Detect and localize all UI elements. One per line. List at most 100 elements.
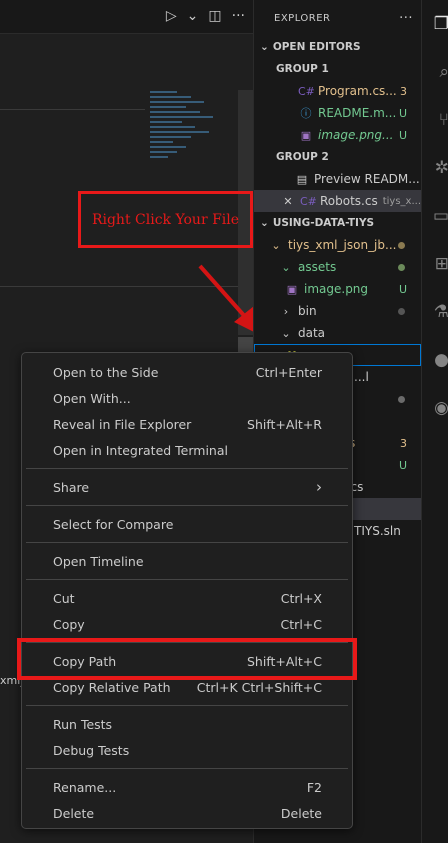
- debug-icon[interactable]: ✲: [422, 144, 448, 192]
- open-editors-section[interactable]: ⌄ OPEN EDITORS: [254, 36, 421, 58]
- info-icon: ⓘ: [300, 107, 312, 120]
- menu-shortcut: Ctrl+K Ctrl+Shift+C: [196, 679, 322, 695]
- annotation-text: Right Click Your File: [91, 211, 240, 228]
- csharp-icon: C#: [298, 84, 315, 98]
- tree-file-image[interactable]: ▣ image.png U: [254, 278, 421, 300]
- explorer-icon[interactable]: ❐: [422, 0, 448, 48]
- chevron-down-icon[interactable]: ⌄: [187, 8, 199, 24]
- menu-item-delete[interactable]: Delete Delete: [26, 800, 348, 826]
- modified-dot: [398, 395, 405, 403]
- open-editor-program[interactable]: C# Program.cs... 3: [254, 80, 421, 102]
- close-icon[interactable]: ✕: [280, 195, 296, 208]
- menu-item-reveal-in-explorer[interactable]: Reveal in File Explorer Shift+Alt+R: [26, 411, 348, 437]
- chevron-down-icon: ⌄: [281, 326, 291, 340]
- chevron-down-icon: ⌄: [281, 260, 291, 274]
- menu-shortcut: Ctrl+X: [280, 590, 322, 606]
- explorer-title: EXPLORER: [274, 12, 331, 24]
- csharp-icon: C#: [300, 194, 317, 208]
- folder-name: assets: [298, 260, 337, 274]
- file-name: Program.cs...: [318, 84, 397, 98]
- minimap[interactable]: [150, 91, 240, 201]
- run-icon[interactable]: ▷: [166, 8, 177, 24]
- group-2-label[interactable]: GROUP 2: [254, 146, 421, 168]
- explorer-header: EXPLORER ···: [254, 0, 421, 36]
- extensions-icon[interactable]: ⊞: [422, 240, 448, 288]
- workspace-section[interactable]: ⌄ USING-DATA-TIYS: [254, 212, 421, 234]
- editor-actions: ▷ ⌄ ◫ ···: [166, 8, 245, 24]
- search-icon[interactable]: ⌕: [422, 48, 448, 96]
- open-editors-label: OPEN EDITORS: [272, 41, 361, 53]
- menu-label: Delete: [53, 805, 95, 821]
- annotation-box: Right Click Your File: [78, 191, 253, 248]
- menu-label: Cut: [53, 590, 75, 606]
- file-path: tiys_x...: [382, 195, 421, 207]
- menu-shortcut: Ctrl+Enter: [255, 364, 322, 380]
- testing-icon[interactable]: ⚗: [422, 288, 448, 336]
- open-editor-preview[interactable]: ▤ Preview READM...: [254, 168, 421, 190]
- group-label: GROUP 2: [276, 151, 329, 163]
- menu-item-copy[interactable]: Copy Ctrl+C: [26, 611, 348, 637]
- folder-name: data: [298, 326, 326, 340]
- menu-label: Reveal in File Explorer: [53, 416, 192, 432]
- open-editor-readme[interactable]: ⓘ README.m... U: [254, 102, 421, 124]
- status-badge: U: [398, 282, 407, 296]
- menu-item-open-with[interactable]: Open With...: [26, 385, 348, 411]
- menu-label: Copy Relative Path: [53, 679, 171, 695]
- editor-title-bar: ▷ ⌄ ◫ ···: [0, 0, 253, 34]
- folder-name: tiys_xml_json_jb...: [288, 238, 397, 252]
- split-editor-icon[interactable]: ◫: [208, 8, 221, 24]
- modified-dot: [398, 263, 405, 271]
- open-editor-robots[interactable]: ✕ C# Robots.cs tiys_x...: [254, 190, 421, 212]
- status-badge: U: [398, 106, 407, 120]
- source-control-icon[interactable]: ⑂: [422, 96, 448, 144]
- menu-separator: [26, 768, 348, 769]
- chevron-right-icon: ›: [283, 304, 289, 318]
- menu-shortcut: F2: [306, 779, 322, 795]
- menu-item-open-in-terminal[interactable]: Open in Integrated Terminal: [26, 437, 348, 463]
- remote-explorer-icon[interactable]: ▭: [422, 192, 448, 240]
- group-1-label[interactable]: GROUP 1: [254, 58, 421, 80]
- menu-item-rename[interactable]: Rename... F2: [26, 774, 348, 800]
- file-name: image.png...: [318, 128, 394, 142]
- menu-label: Debug Tests: [53, 742, 130, 758]
- status-badge: 3: [400, 84, 407, 98]
- menu-shortcut: Shift+Alt+R: [247, 416, 322, 432]
- more-actions-icon[interactable]: ···: [232, 8, 245, 24]
- menu-item-cut[interactable]: Cut Ctrl+X: [26, 585, 348, 611]
- file-name: Preview READM...: [314, 172, 420, 186]
- workspace-label: USING-DATA-TIYS: [272, 217, 375, 229]
- file-name: image.png: [304, 282, 369, 296]
- menu-label: Open With...: [53, 390, 131, 406]
- open-editor-image[interactable]: ▣ image.png... U: [254, 124, 421, 146]
- tree-folder-project[interactable]: ⌄ tiys_xml_json_jb...: [254, 234, 421, 256]
- tree-folder-bin[interactable]: › bin: [254, 300, 421, 322]
- menu-label: Open Timeline: [53, 553, 144, 569]
- chat-icon[interactable]: ●: [422, 336, 448, 384]
- file-name: ...l: [354, 370, 369, 384]
- activity-bar: ❐ ⌕ ⑂ ✲ ▭ ⊞ ⚗ ● ◉: [421, 0, 448, 843]
- menu-item-open-to-side[interactable]: Open to the Side Ctrl+Enter: [26, 359, 348, 385]
- image-file-icon: ▣: [300, 128, 312, 142]
- menu-item-select-for-compare[interactable]: Select for Compare: [26, 511, 348, 537]
- broadcast-icon[interactable]: ◉: [422, 384, 448, 432]
- menu-label: Copy: [53, 616, 85, 632]
- menu-separator: [26, 542, 348, 543]
- context-menu: Open to the Side Ctrl+Enter Open With... …: [21, 352, 353, 829]
- tree-folder-data[interactable]: ⌄ data: [254, 322, 421, 344]
- chevron-right-icon: ›: [316, 478, 322, 496]
- preview-icon: ▤: [296, 172, 308, 186]
- menu-label: Run Tests: [53, 716, 113, 732]
- menu-label: Open to the Side: [53, 364, 159, 380]
- menu-item-share[interactable]: Share ›: [26, 474, 348, 500]
- editor-divider: [0, 109, 145, 110]
- more-icon[interactable]: ···: [399, 11, 413, 26]
- tree-folder-assets[interactable]: ⌄ assets: [254, 256, 421, 278]
- chevron-down-icon: ⌄: [271, 238, 281, 252]
- menu-item-open-timeline[interactable]: Open Timeline: [26, 548, 348, 574]
- menu-label: Open in Integrated Terminal: [53, 442, 228, 458]
- menu-label: Select for Compare: [53, 516, 174, 532]
- group-label: GROUP 1: [276, 63, 329, 75]
- menu-item-run-tests[interactable]: Run Tests: [26, 711, 348, 737]
- image-file-icon: ▣: [286, 282, 298, 296]
- menu-item-debug-tests[interactable]: Debug Tests: [26, 737, 348, 763]
